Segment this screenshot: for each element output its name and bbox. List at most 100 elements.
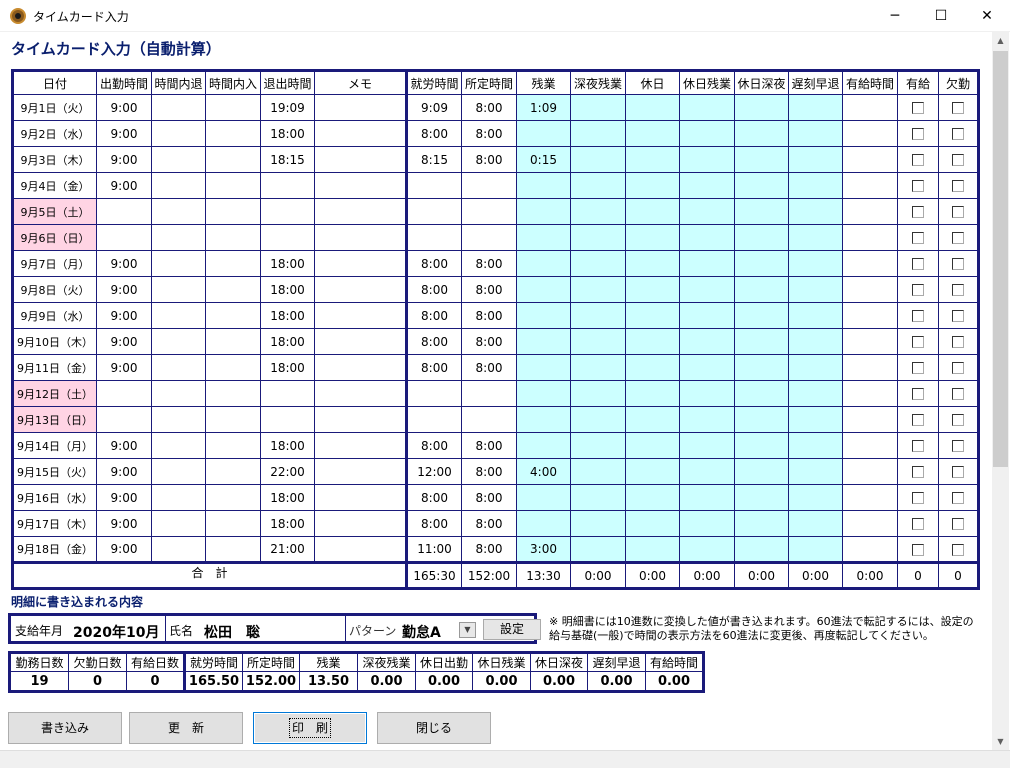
clock-out-cell[interactable]: 18:15 <box>260 146 315 173</box>
paid-leave-checkbox[interactable] <box>912 492 924 504</box>
memo-cell[interactable] <box>314 224 407 251</box>
paid-leave-checkbox[interactable] <box>912 466 924 478</box>
break-in-cell[interactable] <box>205 146 261 173</box>
absence-checkbox-cell[interactable] <box>938 380 979 407</box>
memo-cell[interactable] <box>314 328 407 355</box>
absence-checkbox[interactable] <box>952 543 964 556</box>
absence-checkbox-cell[interactable] <box>938 94 979 121</box>
memo-cell[interactable] <box>314 406 407 433</box>
vertical-scrollbar[interactable]: ▲ ▼ <box>992 32 1009 750</box>
absence-checkbox[interactable] <box>952 518 964 530</box>
paid-leave-checkbox[interactable] <box>912 102 924 114</box>
absence-checkbox[interactable] <box>952 128 964 140</box>
break-out-cell[interactable] <box>151 354 206 381</box>
update-button[interactable]: 更 新 <box>129 712 243 744</box>
memo-cell[interactable] <box>314 354 407 381</box>
paid-leave-checkbox[interactable] <box>912 232 924 244</box>
absence-checkbox-cell[interactable] <box>938 198 979 225</box>
clock-in-cell[interactable]: 9:00 <box>96 146 152 173</box>
absence-checkbox-cell[interactable] <box>938 536 979 563</box>
paid-leave-checkbox[interactable] <box>912 388 924 400</box>
memo-cell[interactable] <box>314 276 407 303</box>
paid-leave-checkbox[interactable] <box>912 362 924 374</box>
break-out-cell[interactable] <box>151 328 206 355</box>
pattern-select[interactable]: 勤怠A <box>402 622 441 642</box>
break-in-cell[interactable] <box>205 198 261 225</box>
clock-out-cell[interactable]: 18:00 <box>260 510 315 537</box>
clock-in-cell[interactable]: 9:00 <box>96 120 152 147</box>
memo-cell[interactable] <box>314 380 407 407</box>
break-in-cell[interactable] <box>205 302 261 329</box>
absence-checkbox-cell[interactable] <box>938 172 979 199</box>
break-out-cell[interactable] <box>151 224 206 251</box>
absence-checkbox[interactable] <box>952 154 964 166</box>
paid-leave-checkbox-cell[interactable] <box>897 406 939 433</box>
clock-out-cell[interactable]: 18:00 <box>260 120 315 147</box>
absence-checkbox[interactable] <box>952 180 964 192</box>
absence-checkbox-cell[interactable] <box>938 432 979 459</box>
memo-cell[interactable] <box>314 458 407 485</box>
scroll-thumb[interactable] <box>993 51 1008 467</box>
clock-in-cell[interactable]: 9:00 <box>96 328 152 355</box>
break-in-cell[interactable] <box>205 120 261 147</box>
absence-checkbox[interactable] <box>952 414 964 426</box>
break-in-cell[interactable] <box>205 172 261 199</box>
absence-checkbox-cell[interactable] <box>938 146 979 173</box>
break-out-cell[interactable] <box>151 172 206 199</box>
clock-out-cell[interactable] <box>260 172 315 199</box>
paid-leave-checkbox-cell[interactable] <box>897 510 939 537</box>
absence-checkbox-cell[interactable] <box>938 328 979 355</box>
absence-checkbox-cell[interactable] <box>938 250 979 277</box>
break-out-cell[interactable] <box>151 406 206 433</box>
paid-leave-checkbox[interactable] <box>912 128 924 140</box>
paid-leave-checkbox[interactable] <box>912 154 924 166</box>
paid-leave-checkbox[interactable] <box>912 284 924 296</box>
break-out-cell[interactable] <box>151 276 206 303</box>
memo-cell[interactable] <box>314 432 407 459</box>
paid-leave-checkbox[interactable] <box>912 258 924 270</box>
absence-checkbox[interactable] <box>952 440 964 452</box>
absence-checkbox[interactable] <box>952 206 964 218</box>
paid-leave-checkbox-cell[interactable] <box>897 484 939 511</box>
clock-in-cell[interactable] <box>96 224 152 251</box>
break-in-cell[interactable] <box>205 276 261 303</box>
clock-in-cell[interactable]: 9:00 <box>96 484 152 511</box>
clock-in-cell[interactable]: 9:00 <box>96 536 152 563</box>
memo-cell[interactable] <box>314 198 407 225</box>
break-out-cell[interactable] <box>151 380 206 407</box>
close-button[interactable]: 閉じる <box>377 712 491 744</box>
paid-leave-checkbox-cell[interactable] <box>897 198 939 225</box>
clock-out-cell[interactable] <box>260 224 315 251</box>
paid-leave-checkbox-cell[interactable] <box>897 94 939 121</box>
absence-checkbox-cell[interactable] <box>938 510 979 537</box>
absence-checkbox[interactable] <box>952 336 964 348</box>
break-in-cell[interactable] <box>205 224 261 251</box>
write-button[interactable]: 書き込み <box>8 712 122 744</box>
memo-cell[interactable] <box>314 120 407 147</box>
absence-checkbox[interactable] <box>952 232 964 244</box>
absence-checkbox[interactable] <box>952 362 964 374</box>
break-in-cell[interactable] <box>205 458 261 485</box>
maximize-button[interactable]: ☐ <box>918 0 964 32</box>
clock-in-cell[interactable]: 9:00 <box>96 458 152 485</box>
paid-leave-checkbox-cell[interactable] <box>897 276 939 303</box>
break-in-cell[interactable] <box>205 354 261 381</box>
break-out-cell[interactable] <box>151 432 206 459</box>
settings-button[interactable]: 設定 <box>483 619 541 640</box>
paid-leave-checkbox-cell[interactable] <box>897 354 939 381</box>
scroll-down-icon[interactable]: ▼ <box>992 733 1009 750</box>
memo-cell[interactable] <box>314 536 407 563</box>
break-in-cell[interactable] <box>205 536 261 563</box>
break-in-cell[interactable] <box>205 432 261 459</box>
break-in-cell[interactable] <box>205 328 261 355</box>
paid-leave-checkbox[interactable] <box>912 206 924 218</box>
absence-checkbox[interactable] <box>952 492 964 504</box>
clock-out-cell[interactable]: 18:00 <box>260 328 315 355</box>
paid-leave-checkbox-cell[interactable] <box>897 432 939 459</box>
clock-out-cell[interactable] <box>260 406 315 433</box>
clock-out-cell[interactable] <box>260 380 315 407</box>
absence-checkbox[interactable] <box>952 310 964 322</box>
absence-checkbox-cell[interactable] <box>938 120 979 147</box>
break-out-cell[interactable] <box>151 120 206 147</box>
clock-in-cell[interactable]: 9:00 <box>96 302 152 329</box>
